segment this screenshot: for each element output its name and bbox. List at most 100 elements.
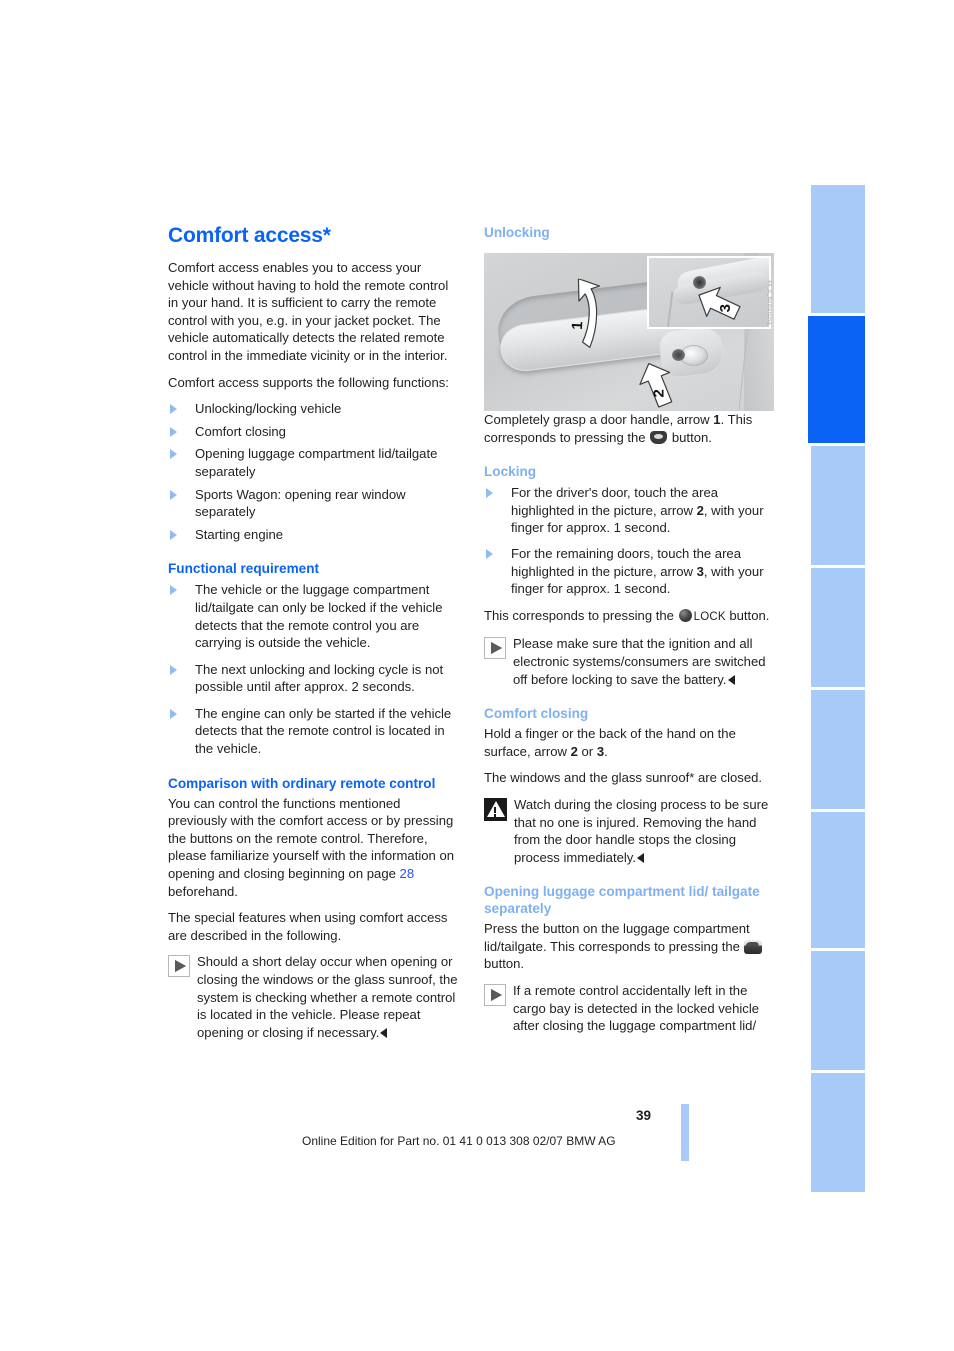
functional-requirement-list: The vehicle or the luggage compartment l… [168,581,458,757]
triangle-bullet-icon [170,529,177,540]
note-body: Should a short delay occur when opening … [197,953,458,1041]
note-text: Should a short delay occur when opening … [197,954,458,1040]
heading-comparison-remote-control: Comparison with ordinary remote control [168,775,436,791]
arrow-number-3: 3 [696,563,704,579]
tab-label: Navigation [797,610,812,676]
list-item-label: Opening luggage compartment lid/tailgate… [195,446,438,479]
locking-instruction-list: For the driver's door, touch the area hi… [484,484,774,598]
tab-label: Entertainment [797,711,812,798]
list-item-label: Unlocking/locking vehicle [195,401,342,417]
note-block-cargo-bay: If a remote control accidentally left in… [484,982,774,1035]
comfort-closing-paragraph-2: The windows and the glass sunroof* are c… [484,770,763,786]
heading-locking: Locking [484,464,537,480]
end-of-note-icon [380,1027,388,1038]
triangle-bullet-icon [486,548,493,559]
note-triangle-icon [484,637,506,660]
arrow-number-3: 3 [596,743,605,759]
page-title: Comfort access* [168,224,331,247]
tab-controls[interactable]: Controls [795,316,865,443]
lock-button-word: LOCK [693,610,726,623]
tab-entertainment[interactable]: Entertainment [798,690,865,809]
triangle-bullet-icon [170,585,177,596]
section-tab-rail: At a glance Controls Driving tips Naviga… [795,185,865,1192]
end-of-note-icon [727,674,735,685]
list-item: Comfort closing [168,423,458,441]
note-block-ignition: Please make sure that the ignition and a… [484,635,774,688]
list-item: The engine can only be started if the ve… [168,705,458,758]
tab-mobility[interactable]: Mobility [798,951,865,1070]
list-item-label: The engine can only be started if the ve… [195,705,452,757]
tab-at-a-glance[interactable]: At a glance [798,185,865,313]
door-handle-illustration: 1 2 3 44_6_Bedienung [484,253,774,411]
comfort-closing-text-before: Hold a finger or the back of the hand on… [484,726,736,759]
list-item: Opening luggage compartment lid/tailgate… [168,445,458,480]
luggage-paragraph: Press the button on the luggage compartm… [484,920,774,973]
list-item: The vehicle or the luggage compartment l… [168,581,458,651]
unlocking-paragraph: Completely grasp a door handle, arrow 1.… [484,411,774,446]
luggage-text-after: button. [484,956,525,972]
warning-triangle-icon [484,797,507,821]
arrow-number-2: 2 [696,502,704,518]
note-text: If a remote control accidentally left in… [513,983,760,1034]
left-text-column: Comfort access* Comfort access enables y… [168,224,458,1050]
list-item: Unlocking/locking vehicle [168,400,458,418]
note-triangle-icon [168,955,190,978]
triangle-bullet-icon [170,404,177,415]
callout-arrow-3-label: 3 [717,304,734,312]
page-number: 39 [636,1108,652,1123]
tab-label: Reference [797,1118,812,1181]
note-body: If a remote control accidentally left in… [513,982,774,1035]
locking-corresponds-before: This corresponds to pressing the [484,607,678,623]
luggage-text-before: Press the button on the luggage compartm… [484,921,750,954]
arrow-number-1: 1 [713,412,721,427]
comfort-closing-paragraph-1: Hold a finger or the back of the hand on… [484,725,774,760]
page-reference-link[interactable]: 28 [400,866,415,881]
tab-navigation[interactable]: Navigation [798,568,865,687]
triangle-bullet-icon [170,489,177,500]
tab-label: Controls [794,379,809,432]
comparison-text-after: beforehand. [168,883,238,899]
lock-button-icon [678,608,692,622]
unlock-button-icon [650,430,668,444]
heading-opening-luggage-compartment: Opening luggage compartment lid/ tailgat… [484,884,760,917]
comfort-closing-text-mid: or [577,743,597,759]
tab-reference[interactable]: Reference [798,1073,865,1192]
list-item-label: Sports Wagon: opening rear window separa… [195,486,406,520]
locking-text-before: For the driver's door, touch the area hi… [511,485,719,518]
list-item-label: Starting engine [195,526,284,542]
intro-paragraph-1: Comfort access enables you to access you… [168,260,449,363]
warning-block-closing: Watch during the closing process to be s… [484,796,774,866]
arrow-number-2: 2 [570,743,578,759]
list-item: The next unlocking and locking cycle is … [168,661,458,696]
heading-functional-requirement: Functional requirement [168,561,320,577]
comfort-closing-text-after: . [604,743,608,759]
note-block-delay: Should a short delay occur when opening … [168,953,458,1041]
warning-body: Watch during the closing process to be s… [514,796,774,866]
tab-label: Driving tips [797,482,812,554]
door-sensor-area-2 [672,349,685,361]
triangle-bullet-icon [170,664,177,675]
tab-label: Mobility [797,1010,812,1059]
note-body: Please make sure that the ignition and a… [513,635,774,688]
list-item: Starting engine [168,526,458,544]
triangle-bullet-icon [170,449,177,460]
locking-corresponds-paragraph: This corresponds to pressing the LOCK bu… [484,607,774,627]
list-item: For the driver's door, touch the area hi… [484,484,774,537]
inset-panel-edge [666,292,673,327]
intro-paragraph-2: Comfort access supports the following fu… [168,374,449,390]
door-handle-closeup-inset: 3 [647,256,771,329]
tab-label: Communications [797,832,812,937]
tab-driving-tips[interactable]: Driving tips [798,446,865,565]
unlocking-text-1: Completely grasp a door handle, arrow [484,412,714,427]
triangle-bullet-icon [486,488,493,499]
end-of-note-icon [637,852,645,863]
triangle-bullet-icon [170,708,177,719]
footer-edition-note: Online Edition for Part no. 01 41 0 013 … [302,1134,616,1148]
triangle-bullet-icon [170,426,177,437]
heading-comfort-closing: Comfort closing [484,706,589,722]
trunk-button-icon [743,939,762,954]
locking-corresponds-after: button. [725,607,770,623]
tab-communications[interactable]: Communications [798,812,865,948]
heading-unlocking: Unlocking [484,225,550,240]
list-item-label: The next unlocking and locking cycle is … [195,661,444,695]
